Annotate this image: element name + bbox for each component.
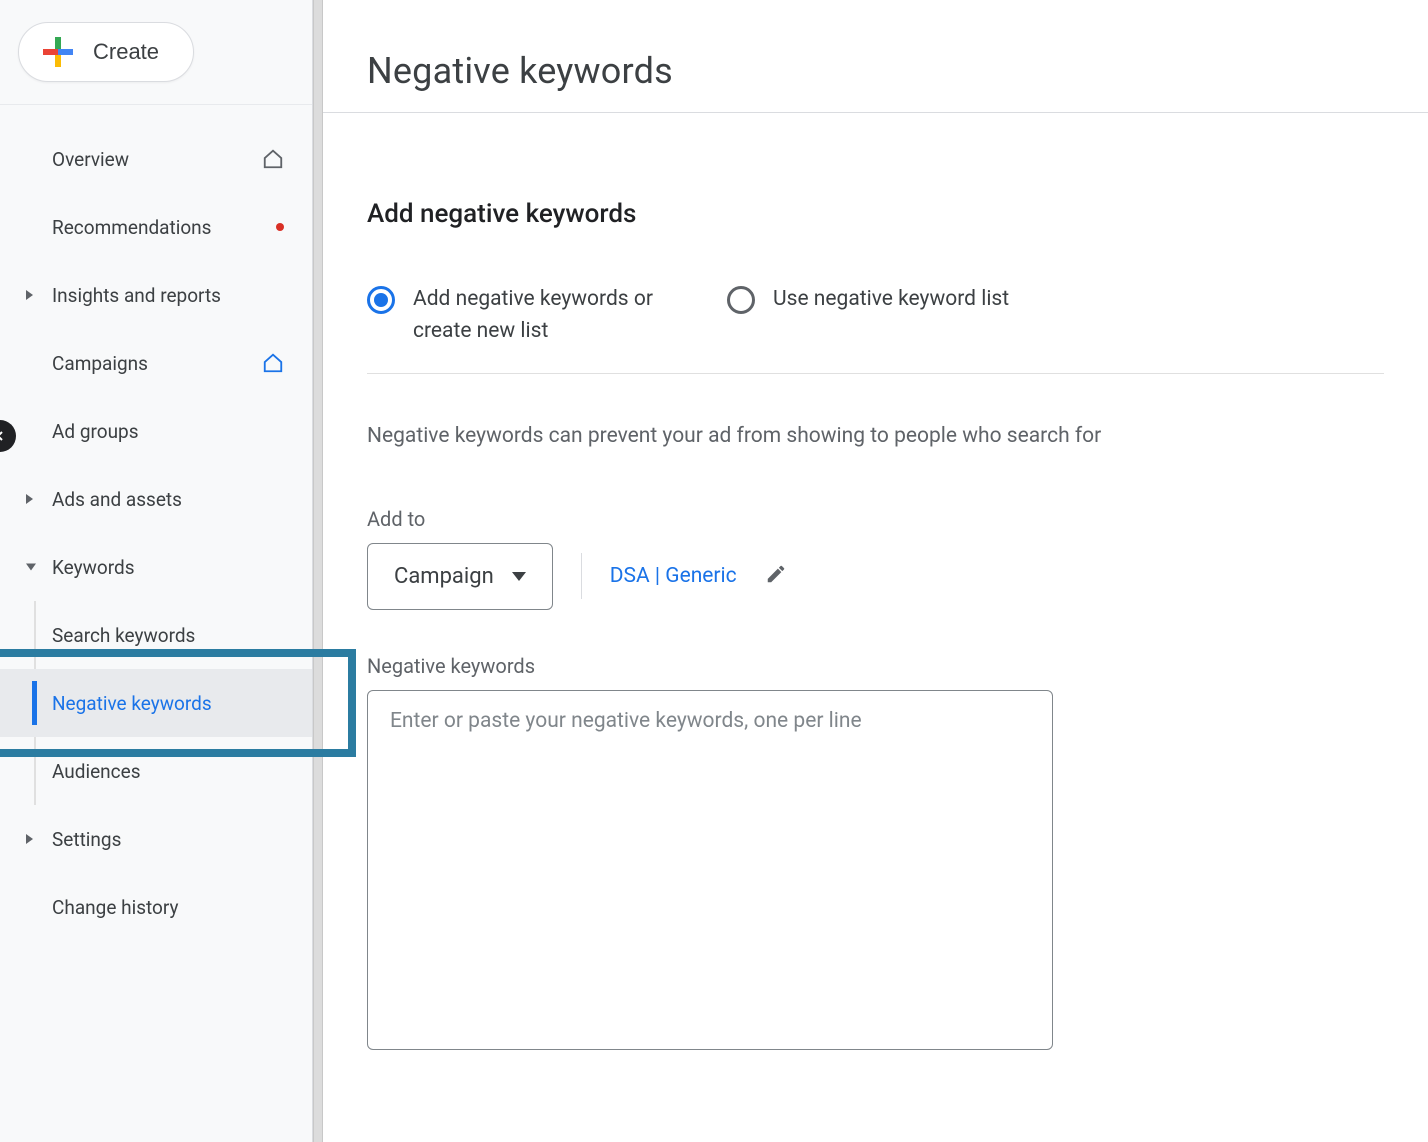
chevron-right-icon — [26, 494, 33, 504]
chevron-right-icon — [26, 290, 33, 300]
home-icon — [262, 148, 284, 170]
radio-unselected-icon — [727, 286, 755, 314]
mode-radio-group: Add negative keywords or create new list… — [367, 276, 1384, 374]
negative-keywords-label: Negative keywords — [367, 654, 1384, 678]
keywords-subnav: Search keywords Negative keywords Audien… — [0, 601, 312, 805]
sidebar-item-recommendations[interactable]: Recommendations — [0, 193, 312, 261]
sidebar-item-campaigns[interactable]: Campaigns — [0, 329, 312, 397]
create-button-label: Create — [93, 39, 159, 65]
create-button[interactable]: Create — [18, 22, 194, 82]
radio-use-list[interactable]: Use negative keyword list — [727, 284, 1009, 316]
sidebar-item-settings[interactable]: Settings — [0, 805, 312, 873]
alert-dot-icon — [276, 223, 284, 231]
add-to-label: Add to — [367, 507, 1384, 531]
sidebar-item-insights[interactable]: Insights and reports — [0, 261, 312, 329]
sidebar-item-keywords[interactable]: Keywords — [0, 533, 312, 601]
sidebar-item-audiences[interactable]: Audiences — [0, 737, 312, 805]
sidebar-item-search-keywords[interactable]: Search keywords — [0, 601, 312, 669]
page-title: Negative keywords — [323, 24, 1428, 113]
negative-keywords-input[interactable] — [367, 690, 1053, 1050]
caret-down-icon — [512, 572, 526, 581]
chevron-down-icon — [26, 564, 36, 571]
sidebar-item-adgroups[interactable]: Ad groups — [0, 397, 312, 465]
add-to-dropdown[interactable]: Campaign — [367, 543, 553, 610]
home-icon — [262, 352, 284, 374]
separator — [581, 553, 582, 599]
main-content: Negative keywords Add negative keywords … — [323, 0, 1428, 1142]
sidebar-item-negative-keywords[interactable]: Negative keywords — [0, 669, 312, 737]
sidebar-item-overview[interactable]: Overview — [0, 125, 312, 193]
plus-icon — [43, 37, 73, 67]
help-text: Negative keywords can prevent your ad fr… — [367, 395, 1384, 485]
sidebar-item-ads-assets[interactable]: Ads and assets — [0, 465, 312, 533]
sidebar-item-change-history[interactable]: Change history — [0, 873, 312, 941]
sidebar: Create Overview Recommendations Insights… — [0, 0, 313, 1142]
section-title: Add negative keywords — [367, 199, 1384, 255]
chevron-right-icon — [26, 834, 33, 844]
radio-add-new[interactable]: Add negative keywords or create new list — [367, 284, 687, 347]
target-campaign-link[interactable]: DSA | Generic — [610, 564, 737, 588]
edit-icon[interactable] — [765, 563, 787, 589]
sidebar-nav: Overview Recommendations Insights and re… — [0, 105, 312, 941]
radio-selected-icon — [367, 286, 395, 314]
pane-divider[interactable] — [313, 0, 323, 1142]
